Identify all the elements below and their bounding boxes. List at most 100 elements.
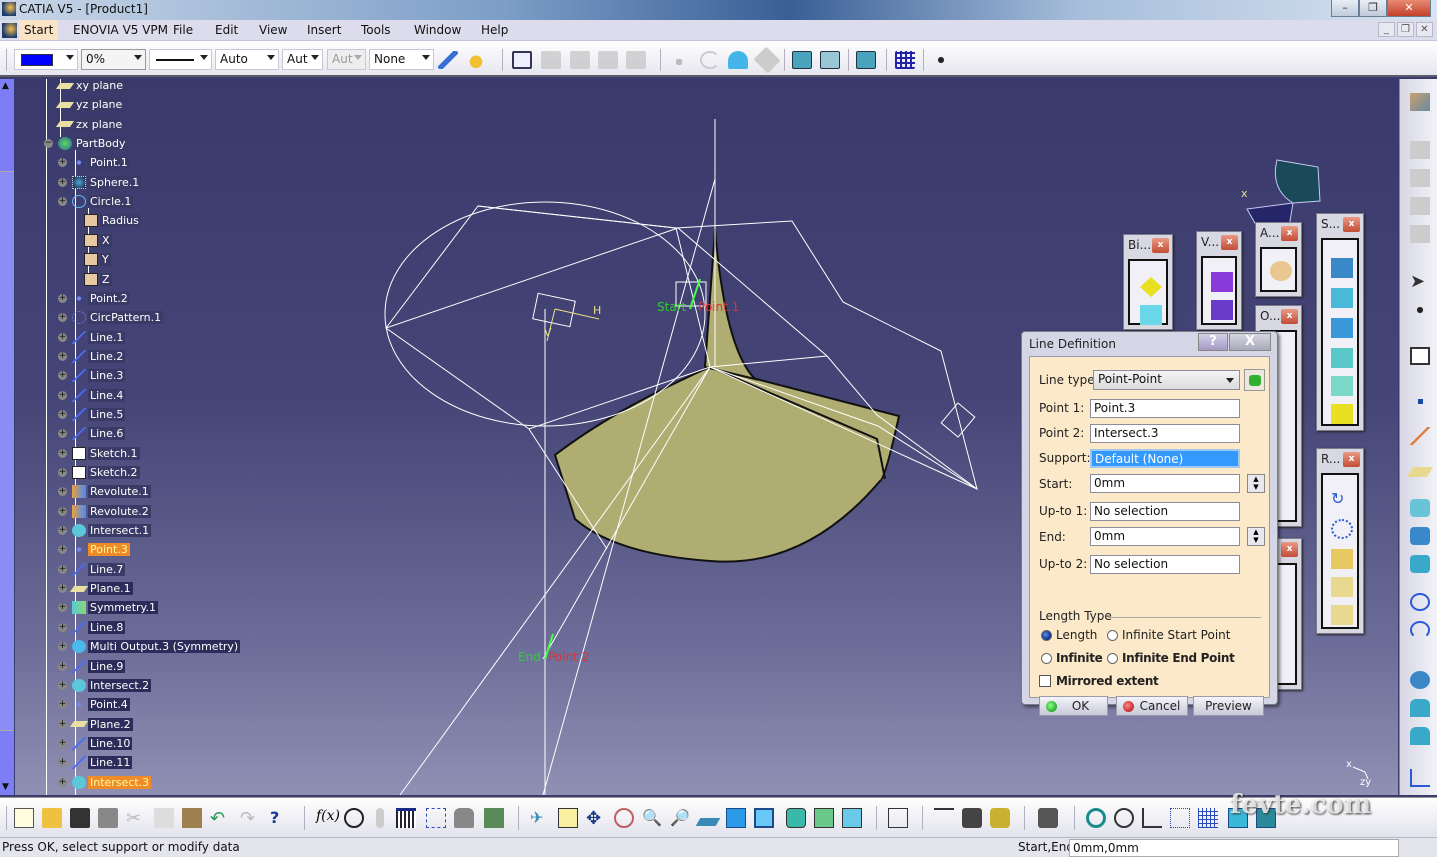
start-spinner[interactable]: ▲ ▼ xyxy=(1247,474,1265,493)
menu-file[interactable]: File xyxy=(173,23,193,37)
hide-show-icon[interactable] xyxy=(814,808,834,828)
tree-expander[interactable]: + xyxy=(58,506,67,516)
toolbar-close-button[interactable]: x xyxy=(1152,238,1169,253)
instantiate-icon[interactable] xyxy=(1331,605,1353,625)
normal-view-icon[interactable] xyxy=(695,818,721,826)
tree-item[interactable]: Point.1 xyxy=(72,154,130,171)
update-icon[interactable] xyxy=(888,808,908,828)
manipulate-icon[interactable] xyxy=(1114,808,1134,828)
sketch-icon[interactable] xyxy=(1410,347,1430,365)
tree-item[interactable]: Radius xyxy=(84,212,141,229)
whats-this-icon[interactable]: ? xyxy=(270,808,290,828)
circular-pattern-icon[interactable] xyxy=(1331,519,1353,539)
scroll-thumb[interactable] xyxy=(0,171,14,731)
help-button[interactable]: ? xyxy=(1198,333,1228,351)
spin-icon[interactable] xyxy=(1086,808,1106,828)
cancel-button[interactable]: Cancel xyxy=(1116,696,1188,716)
tree-expander[interactable]: + xyxy=(58,332,67,342)
measure-item-icon[interactable] xyxy=(962,808,982,828)
menu-insert[interactable]: Insert xyxy=(307,23,341,37)
radio-length[interactable] xyxy=(1041,630,1052,641)
plane-icon[interactable] xyxy=(1407,467,1433,477)
line-thickness-select[interactable] xyxy=(149,49,212,70)
surface-sweep-icon[interactable] xyxy=(1331,318,1353,338)
tree-expander[interactable]: + xyxy=(58,351,67,361)
tree-expander[interactable]: + xyxy=(58,526,67,536)
knowledge-inspector-icon[interactable] xyxy=(426,808,446,828)
tree-expander[interactable]: + xyxy=(58,700,67,710)
radio-infinite-end[interactable] xyxy=(1107,653,1118,664)
radio-infinite-start[interactable] xyxy=(1107,630,1118,641)
open-icon[interactable] xyxy=(42,808,62,828)
zoom-out-icon[interactable]: 🔎 xyxy=(670,808,690,828)
tree-expander[interactable]: + xyxy=(58,622,67,632)
scroll-up-icon[interactable]: ▲ xyxy=(2,81,9,91)
tree-item[interactable]: Plane.1 xyxy=(69,580,133,597)
swap-space-icon[interactable] xyxy=(842,808,862,828)
fly-mode-icon[interactable]: ✈ xyxy=(530,808,550,828)
shading-icon[interactable] xyxy=(786,808,806,828)
tree-expander[interactable]: + xyxy=(58,545,67,555)
tree-item[interactable]: yz plane xyxy=(55,96,125,113)
catia-doc-icon[interactable] xyxy=(2,23,17,38)
surface-extrude-icon[interactable] xyxy=(1331,258,1353,278)
ok-button[interactable]: OK xyxy=(1039,696,1108,716)
tree-expander[interactable]: − xyxy=(44,139,53,149)
paste-icon[interactable] xyxy=(182,808,202,828)
split-icon[interactable] xyxy=(1410,699,1430,717)
status-value-field[interactable]: 0mm,0mm xyxy=(1069,839,1399,857)
tree-scrollbar[interactable]: ▲ ▼ xyxy=(0,79,14,795)
tree-item[interactable]: Line.11 xyxy=(72,754,133,771)
undo-icon[interactable]: ↶ xyxy=(210,808,230,829)
painter-icon[interactable] xyxy=(438,51,458,69)
linetype-select[interactable]: Auto xyxy=(215,49,279,70)
extrude-surface-icon[interactable] xyxy=(1410,499,1430,517)
tree-item[interactable]: Intersect.2 xyxy=(72,677,152,694)
support-field[interactable]: Default (None) xyxy=(1090,449,1240,468)
axis-system-icon[interactable] xyxy=(1142,808,1162,828)
tree-item[interactable]: Line.5 xyxy=(72,406,126,423)
product-icon[interactable] xyxy=(856,51,876,69)
tree-expander[interactable]: + xyxy=(58,409,67,419)
tree-expander[interactable]: + xyxy=(58,313,67,323)
tree-expander[interactable]: + xyxy=(58,448,67,458)
tree-item[interactable]: Symmetry.1 xyxy=(72,599,158,616)
volume-extrude-icon[interactable] xyxy=(1211,272,1233,292)
circle-icon[interactable] xyxy=(1410,593,1430,611)
tree-expander[interactable]: + xyxy=(58,661,67,671)
repetition-icon[interactable]: ↻ xyxy=(1331,489,1353,509)
restore-button[interactable]: ❐ xyxy=(1359,0,1387,17)
tree-item[interactable]: zx plane xyxy=(55,116,125,133)
surface-icon[interactable] xyxy=(728,51,748,69)
upto1-field[interactable]: No selection xyxy=(1090,502,1240,521)
tree-item[interactable]: Line.3 xyxy=(72,367,126,384)
volume-revolve-icon[interactable] xyxy=(1211,300,1233,320)
tree-item[interactable]: Point.3 xyxy=(72,541,130,558)
tree-item[interactable]: Point.4 xyxy=(72,696,130,713)
iso-view-icon[interactable] xyxy=(754,808,774,828)
zoom-in-icon[interactable]: 🔍 xyxy=(642,808,662,828)
tree-expander[interactable]: + xyxy=(58,642,67,652)
part-design-icon[interactable] xyxy=(1410,93,1430,111)
rotate-icon[interactable] xyxy=(614,808,634,828)
menu-enovia[interactable]: ENOVIA V5 VPM xyxy=(73,23,168,37)
tree-item[interactable]: Line.2 xyxy=(72,348,126,365)
line-type-lock-button[interactable] xyxy=(1244,369,1265,391)
menu-window[interactable]: Window xyxy=(414,23,461,37)
multi-view-icon[interactable] xyxy=(726,808,746,828)
line-type-select[interactable]: Point-Point xyxy=(1093,370,1240,390)
menu-view[interactable]: View xyxy=(259,23,287,37)
tree-item[interactable]: Intersect.1 xyxy=(72,522,152,539)
tree-expander[interactable]: + xyxy=(58,758,67,768)
tree-expander[interactable]: + xyxy=(58,371,67,381)
assemble-icon[interactable] xyxy=(1140,305,1162,325)
toolbar-close-button[interactable]: x xyxy=(1343,217,1360,232)
save-icon[interactable] xyxy=(70,808,90,828)
boolean-icon[interactable] xyxy=(1140,277,1162,297)
tree-item[interactable]: PartBody xyxy=(58,135,128,152)
minimize-button[interactable]: – xyxy=(1331,0,1359,17)
offset-icon[interactable] xyxy=(1410,527,1430,545)
select-arrow-icon[interactable]: ➤ xyxy=(1410,271,1430,292)
tree-item[interactable]: Line.12 xyxy=(72,793,133,795)
tree-item[interactable]: Sketch.2 xyxy=(72,464,140,481)
